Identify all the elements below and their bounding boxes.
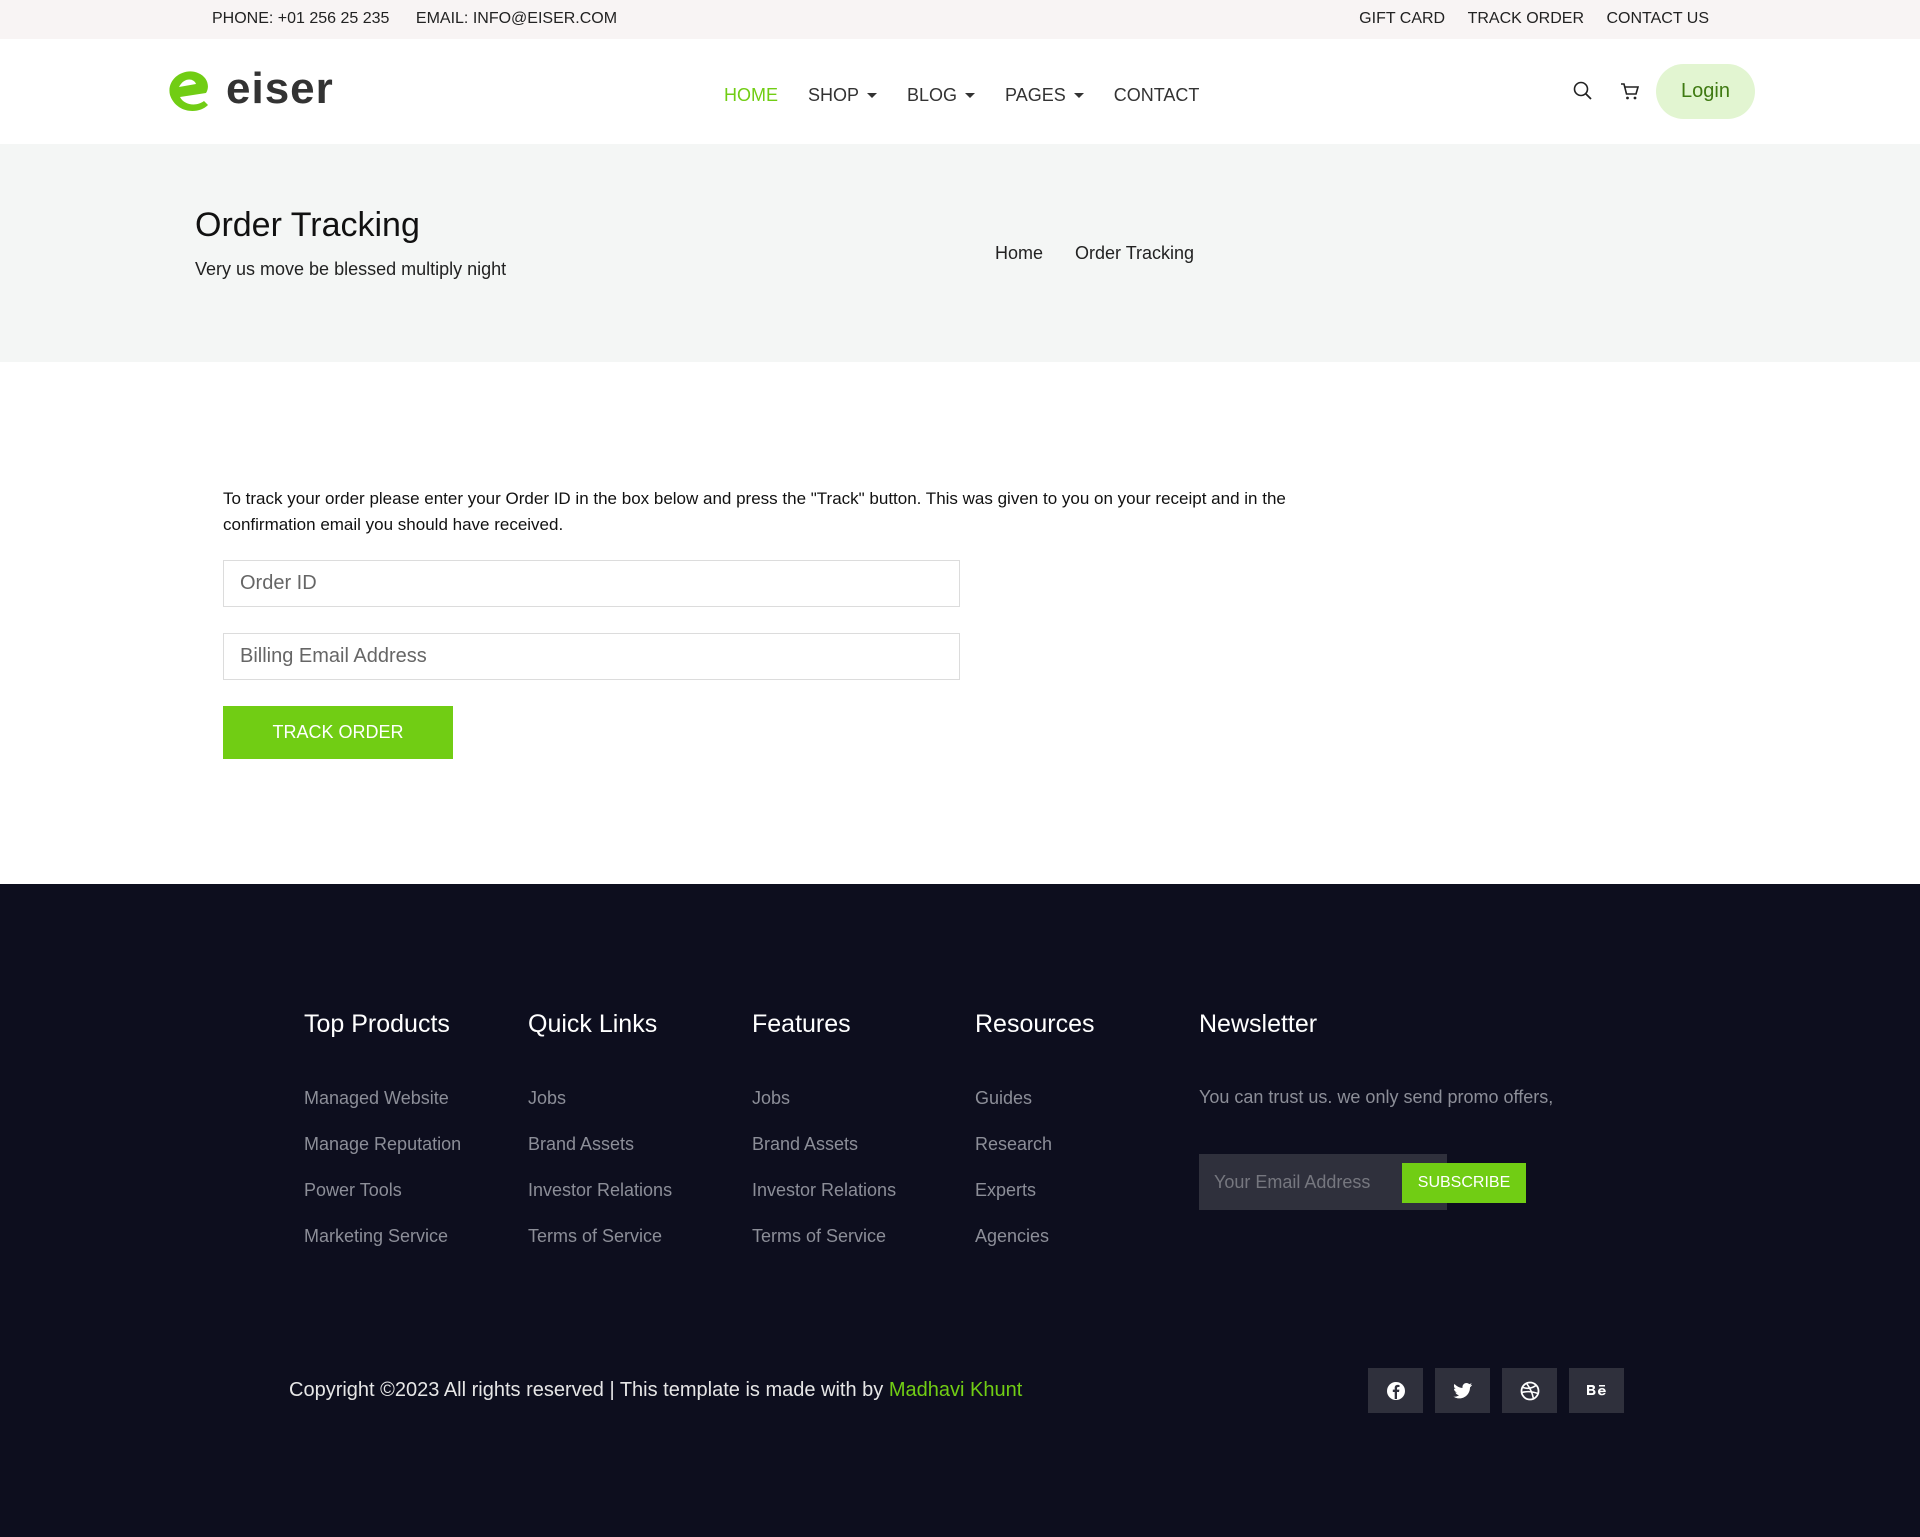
author-link[interactable]: Madhavi Khunt [889, 1379, 1022, 1401]
subscribe-button[interactable]: SUBSCRIBE [1402, 1163, 1526, 1203]
footer-link[interactable]: Jobs [752, 1087, 896, 1110]
newsletter-text: You can trust us. we only send promo off… [1199, 1087, 1554, 1107]
nav-home[interactable]: HOME [724, 85, 778, 106]
nav-blog-label: BLOG [907, 85, 958, 105]
site-footer: Top Products Managed Website Manage Repu… [0, 884, 1920, 1537]
main-nav: HOME SHOP BLOG PAGES CONTACT [724, 85, 1229, 106]
caret-down-icon [867, 93, 878, 98]
footer-column-quick-links: Quick Links Jobs Brand Assets Investor R… [528, 1010, 672, 1271]
footer-link[interactable]: Managed Website [304, 1087, 461, 1110]
caret-down-icon [1073, 93, 1084, 98]
footer-link[interactable]: Jobs [528, 1087, 672, 1110]
facebook-icon[interactable] [1368, 1368, 1423, 1413]
behance-glyph-icon [1586, 1384, 1606, 1395]
nav-shop[interactable]: SHOP [808, 85, 878, 106]
top-bar: PHONE: +01 256 25 235 EMAIL: INFO@EISER.… [0, 0, 1920, 39]
nav-pages-label: PAGES [1005, 85, 1066, 105]
footer-column-top-products: Top Products Managed Website Manage Repu… [304, 1010, 461, 1271]
footer-link[interactable]: Brand Assets [752, 1133, 896, 1156]
caret-down-icon [965, 93, 976, 98]
footer-link[interactable]: Power Tools [304, 1179, 461, 1202]
nav-shop-label: SHOP [808, 85, 860, 105]
main-header: eiser HOME SHOP BLOG PAGES CONTACT Login [0, 39, 1920, 144]
facebook-glyph-icon [1386, 1381, 1405, 1400]
login-button[interactable]: Login [1656, 64, 1755, 119]
twitter-icon[interactable] [1435, 1368, 1490, 1413]
footer-link[interactable]: Experts [975, 1179, 1095, 1202]
billing-email-input[interactable] [223, 633, 960, 680]
nav-home-label: HOME [724, 85, 778, 105]
footer-link[interactable]: Investor Relations [752, 1179, 896, 1202]
footer-link[interactable]: Agencies [975, 1225, 1095, 1248]
email-text: EMAIL: INFO@EISER.COM [415, 10, 618, 27]
footer-link[interactable]: Marketing Service [304, 1225, 461, 1248]
breadcrumb-current[interactable]: Order Tracking [1075, 243, 1194, 264]
search-icon[interactable] [1571, 79, 1595, 103]
footer-link[interactable]: Terms of Service [752, 1225, 896, 1248]
nav-pages[interactable]: PAGES [1005, 85, 1084, 106]
copyright-text: Copyright ©2023 All rights reserved | Th… [289, 1379, 889, 1401]
page-banner: Order Tracking Very us move be blessed m… [0, 144, 1920, 362]
footer-column-title: Resources [975, 1010, 1095, 1038]
contact-info: PHONE: +01 256 25 235 EMAIL: INFO@EISER.… [212, 10, 639, 28]
track-order-link[interactable]: TRACK ORDER [1468, 10, 1584, 27]
footer-column-resources: Resources Guides Research Experts Agenci… [975, 1010, 1095, 1271]
logo-text: eiser [226, 64, 334, 113]
breadcrumb: Home Order Tracking [995, 243, 1226, 264]
page-subtitle: Very us move be blessed multiply night [195, 259, 507, 279]
footer-link[interactable]: Research [975, 1133, 1095, 1156]
footer-column-title: Quick Links [528, 1010, 658, 1038]
tracking-instructions: To track your order please enter your Or… [223, 489, 1286, 534]
order-id-input[interactable] [223, 560, 960, 607]
top-links: GIFT CARD TRACK ORDER CONTACT US [1341, 10, 1709, 28]
footer-link[interactable]: Guides [975, 1087, 1095, 1110]
nav-blog[interactable]: BLOG [907, 85, 976, 106]
newsletter-form: SUBSCRIBE [1199, 1154, 1526, 1210]
newsletter-title: Newsletter [1199, 1010, 1318, 1038]
logo[interactable]: eiser [164, 65, 334, 113]
dribbble-icon[interactable] [1502, 1368, 1557, 1413]
behance-icon[interactable] [1569, 1368, 1624, 1413]
logo-e-icon [169, 71, 208, 111]
footer-link[interactable]: Terms of Service [528, 1225, 672, 1248]
gift-card-link[interactable]: GIFT CARD [1359, 10, 1445, 27]
track-order-button[interactable]: TRACK ORDER [223, 706, 453, 759]
cart-icon[interactable] [1618, 79, 1642, 103]
footer-link[interactable]: Manage Reputation [304, 1133, 461, 1156]
footer-link[interactable]: Brand Assets [528, 1133, 672, 1156]
nav-contact[interactable]: CONTACT [1114, 85, 1200, 106]
footer-column-title: Features [752, 1010, 851, 1038]
newsletter-email-input[interactable] [1199, 1154, 1399, 1210]
contact-us-link[interactable]: CONTACT US [1606, 10, 1709, 27]
newsletter: Newsletter You can trust us. we only sen… [1199, 1010, 1619, 1210]
nav-contact-label: CONTACT [1113, 85, 1200, 105]
twitter-glyph-icon [1452, 1382, 1472, 1398]
footer-column-features: Features Jobs Brand Assets Investor Rela… [752, 1010, 896, 1271]
copyright: Copyright ©2023 All rights reserved | Th… [289, 1379, 1022, 1402]
phone-text: PHONE: +01 256 25 235 [212, 10, 390, 27]
footer-link[interactable]: Investor Relations [528, 1179, 672, 1202]
breadcrumb-home[interactable]: Home [995, 243, 1043, 264]
footer-column-title: Top Products [304, 1010, 450, 1038]
page-title: Order Tracking [195, 206, 420, 244]
dribbble-glyph-icon [1520, 1381, 1539, 1400]
